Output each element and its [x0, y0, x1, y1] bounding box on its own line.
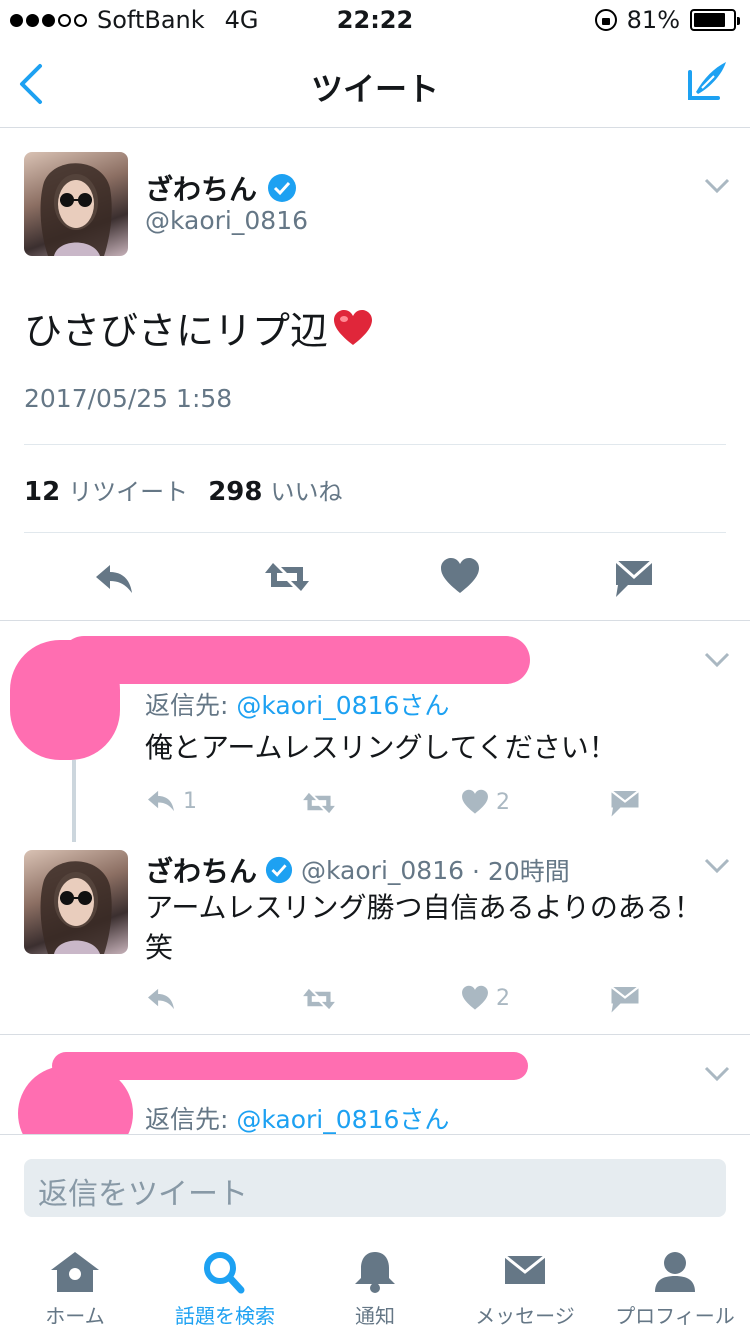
tab-label: メッセージ [475, 1304, 575, 1328]
like-action[interactable]: 2 [460, 788, 510, 816]
like-count: 2 [496, 985, 510, 1011]
reply-count: 1 [183, 788, 197, 814]
like-count: 2 [496, 789, 510, 815]
like-count[interactable]: 298 [208, 477, 262, 507]
tab-messages[interactable]: メッセージ [450, 1250, 600, 1329]
divider [24, 532, 726, 533]
direct-message-icon[interactable] [614, 555, 654, 599]
retweet-count[interactable]: 12 [24, 477, 60, 507]
reply-composer-bar: 返信をツイート [0, 1134, 750, 1234]
reply-text: 俺とアームレスリングしてください！ [145, 731, 617, 764]
status-right: 81% [594, 6, 740, 34]
verified-badge-icon [265, 856, 293, 884]
reply-author[interactable]: ざわちん @kaori_0816 · 20時間 [145, 850, 570, 890]
reply-icon[interactable] [145, 986, 177, 1012]
author-handle: @kaori_0816 [301, 855, 465, 885]
home-icon [51, 1252, 99, 1292]
reply-to-prefix: 返信先: [145, 1105, 237, 1134]
author-name: ざわちん [145, 173, 258, 206]
reply-time: · 20時間 [472, 857, 570, 886]
divider [0, 1034, 750, 1035]
divider [24, 444, 726, 445]
tab-label: 話題を検索 [175, 1304, 275, 1328]
reply-input[interactable]: 返信をツイート [24, 1159, 726, 1217]
retweet-label[interactable]: リツイート [68, 472, 188, 507]
reply-to-line: 返信先: @kaori_0816さん [145, 1100, 449, 1136]
reply-text: アームレスリング勝つ自信あるよりのある！笑 [145, 891, 702, 964]
reply-to-link[interactable]: @kaori_0816さん [236, 691, 449, 720]
tweet-timestamp: 2017/05/25 1:58 [24, 384, 233, 413]
reply-action[interactable]: 1 [145, 788, 197, 814]
tab-search[interactable]: 話題を検索 [150, 1250, 300, 1329]
battery-icon [690, 9, 740, 31]
reply-to-line: 返信先: @kaori_0816さん [145, 686, 449, 722]
tab-notifications[interactable]: 通知 [300, 1250, 450, 1329]
tweet-body: ひさびさにリプ辺 [24, 309, 329, 353]
retweet-icon[interactable] [263, 555, 311, 599]
orientation-lock-icon [594, 9, 617, 31]
thread-connector [72, 760, 76, 842]
redaction-mark [60, 636, 530, 684]
reply-to-link[interactable]: @kaori_0816さん [236, 1105, 449, 1134]
tab-label: ホーム [45, 1304, 105, 1328]
tweet-actions [0, 555, 750, 599]
page-title: ツイート [310, 70, 439, 108]
reply-to-prefix: 返信先: [145, 691, 237, 720]
author-handle: @kaori_0816 [145, 206, 309, 235]
reply-icon[interactable] [92, 555, 136, 599]
tab-label: 通知 [355, 1304, 395, 1328]
tweet-text: ひさびさにリプ辺 [24, 300, 374, 355]
tab-bar: ホーム 話題を検索 通知 メッセージ プロフィール [0, 1234, 750, 1334]
tweet-author[interactable]: ざわちん [145, 168, 297, 208]
like-label[interactable]: いいね [270, 472, 342, 507]
direct-message-icon[interactable] [610, 788, 640, 818]
avatar-photo [40, 861, 112, 954]
status-bar: SoftBank 4G 22:22 81% [0, 0, 750, 40]
author-name: ざわちん [145, 855, 258, 888]
retweet-icon[interactable] [300, 986, 338, 1012]
bell-icon [355, 1252, 395, 1293]
tab-home[interactable]: ホーム [0, 1250, 150, 1329]
avatar-photo [40, 163, 112, 256]
tab-profile[interactable]: プロフィール [600, 1250, 750, 1329]
search-icon [204, 1252, 245, 1294]
like-action[interactable]: 2 [460, 984, 510, 1012]
chevron-down-icon[interactable] [702, 856, 732, 876]
chevron-down-icon[interactable] [702, 176, 732, 196]
profile-icon [655, 1252, 695, 1292]
compose-tweet-icon[interactable] [682, 58, 730, 106]
like-icon[interactable] [460, 984, 490, 1012]
nav-bar: ツイート [0, 40, 750, 128]
divider [0, 620, 750, 621]
direct-message-icon[interactable] [610, 984, 640, 1014]
verified-badge-icon [268, 174, 297, 202]
heart-emoji-icon [334, 309, 373, 345]
retweet-icon[interactable] [300, 790, 338, 816]
tweet-stats: 12 リツイート 298 いいね [24, 472, 342, 507]
avatar[interactable] [24, 152, 128, 256]
battery-percent: 81% [626, 6, 680, 34]
tab-label: プロフィール [615, 1304, 735, 1328]
reply-icon[interactable] [145, 788, 177, 814]
chevron-down-icon[interactable] [702, 1064, 732, 1084]
like-icon[interactable] [460, 788, 490, 816]
mail-icon [504, 1254, 546, 1284]
avatar[interactable] [24, 850, 128, 954]
chevron-down-icon[interactable] [702, 650, 732, 670]
battery-level [694, 13, 725, 27]
redaction-mark [52, 1052, 528, 1080]
like-icon[interactable] [438, 555, 482, 599]
